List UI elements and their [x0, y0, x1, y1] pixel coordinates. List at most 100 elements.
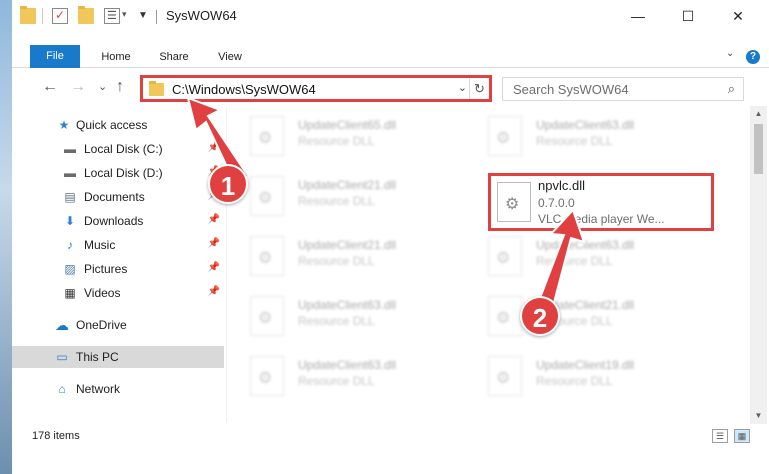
- file-description: Resource DLL: [298, 374, 375, 388]
- sidebar-item-music[interactable]: ♪ Music 📌: [12, 234, 224, 256]
- tab-share[interactable]: Share: [146, 46, 202, 68]
- address-bar[interactable]: C:\Windows\SysWOW64 ⌄ ↻: [140, 75, 492, 102]
- sidebar-item-pictures[interactable]: ▨ Pictures 📌: [12, 258, 224, 280]
- properties-icon[interactable]: ✓: [52, 8, 68, 24]
- file-item[interactable]: UpdateClient63.dll Resource DLL: [228, 348, 458, 400]
- sidebar-item-local-disk-d[interactable]: ▬ Local Disk (D:) 📌: [12, 162, 224, 184]
- sidebar-item-label: Network: [76, 382, 121, 396]
- dll-file-icon: [497, 182, 531, 222]
- file-description: VLC media player We...: [538, 212, 665, 226]
- sidebar-item-label: OneDrive: [76, 318, 127, 332]
- new-folder-icon[interactable]: [78, 6, 94, 24]
- sidebar-item-downloads[interactable]: ⬇ Downloads 📌: [12, 210, 224, 232]
- file-description: Resource DLL: [298, 314, 375, 328]
- this-pc-icon: ▭: [56, 350, 68, 364]
- window-title: SysWOW64: [166, 8, 237, 23]
- pin-icon[interactable]: 📌: [208, 262, 220, 273]
- file-item[interactable]: UpdateClient21.dll Resource DLL: [228, 168, 458, 220]
- explorer-window: ✓ ☰ ▾ ▼ SysWOW64 — ☐ ✕ File Home Share V…: [12, 0, 769, 474]
- item-count: 178 items: [32, 430, 80, 442]
- address-dropdown-chevron-icon[interactable]: ⌄: [458, 81, 467, 94]
- drive-icon: ▬: [64, 166, 76, 180]
- pin-icon[interactable]: 📌: [208, 286, 220, 297]
- sidebar-item-local-disk-c[interactable]: ▬ Local Disk (C:) 📌: [12, 138, 224, 160]
- file-item[interactable]: UpdateClient63.dll Resource DLL: [466, 228, 696, 280]
- ribbon-tabs: File Home Share View: [12, 45, 769, 68]
- downloads-icon: ⬇: [64, 214, 76, 228]
- dll-file-icon: [488, 296, 522, 336]
- pin-icon[interactable]: 📌: [208, 214, 220, 225]
- refresh-icon[interactable]: ↻: [469, 78, 489, 99]
- file-description: Resource DLL: [536, 374, 613, 388]
- back-arrow-icon[interactable]: ←: [42, 78, 58, 96]
- file-item[interactable]: UpdateClient65.dll Resource DLL: [228, 108, 458, 160]
- file-description: Resource DLL: [298, 194, 375, 208]
- tab-home[interactable]: Home: [88, 46, 144, 68]
- step-2-badge: 2: [520, 296, 560, 336]
- navigation-bar: ← → ⌄ ↑ C:\Windows\SysWOW64 ⌄ ↻ Search S…: [12, 72, 769, 104]
- up-arrow-icon[interactable]: ↑: [116, 78, 124, 96]
- sidebar-item-label: Local Disk (D:): [84, 166, 163, 180]
- sidebar-item-network[interactable]: ⌂ Network: [12, 378, 224, 400]
- scroll-up-arrow-icon[interactable]: ▲: [750, 106, 767, 122]
- file-version: 0.7.0.0: [538, 196, 575, 210]
- qa-dropdown-icon[interactable]: ▼: [138, 10, 148, 21]
- recent-locations-chevron-icon[interactable]: ⌄: [98, 80, 107, 93]
- file-description: Resource DLL: [298, 254, 375, 268]
- file-name: UpdateClient63.dll: [298, 298, 397, 312]
- sidebar-item-videos[interactable]: ▦ Videos 📌: [12, 282, 224, 304]
- dll-file-icon: [488, 116, 522, 156]
- rename-icon[interactable]: ☰: [104, 8, 120, 24]
- file-name: UpdateClient21.dll: [298, 178, 397, 192]
- file-list: UpdateClient65.dll Resource DLL UpdateCl…: [228, 104, 740, 424]
- scroll-thumb[interactable]: [754, 124, 763, 174]
- file-item[interactable]: UpdateClient63.dll Resource DLL: [466, 108, 696, 160]
- tab-view[interactable]: View: [202, 46, 258, 68]
- file-item[interactable]: UpdateClient19.dll Resource DLL: [466, 348, 696, 400]
- forward-arrow-icon[interactable]: →: [70, 78, 86, 96]
- file-name: npvlc.dll: [538, 178, 585, 193]
- help-icon[interactable]: ?: [746, 50, 760, 64]
- dll-file-icon: [488, 356, 522, 396]
- file-name: UpdateClient19.dll: [536, 358, 635, 372]
- scroll-down-arrow-icon[interactable]: ▼: [750, 408, 767, 424]
- vertical-scrollbar[interactable]: ▲ ▼: [750, 106, 767, 424]
- file-name: UpdateClient63.dll: [298, 358, 397, 372]
- sidebar-item-quick-access[interactable]: ★ Quick access: [12, 114, 224, 136]
- file-item[interactable]: UpdateClient21.dll Resource DLL: [466, 288, 696, 340]
- search-icon[interactable]: ⌕: [728, 81, 735, 97]
- sidebar-item-onedrive[interactable]: ☁ OneDrive: [12, 314, 224, 336]
- sidebar-item-label: Documents: [84, 190, 145, 204]
- pin-icon[interactable]: 📌: [208, 142, 220, 153]
- minimize-button[interactable]: —: [615, 0, 661, 32]
- sidebar-item-documents[interactable]: ▤ Documents 📌: [12, 186, 224, 208]
- sidebar-item-this-pc[interactable]: ▭ This PC: [12, 346, 224, 368]
- network-icon: ⌂: [58, 382, 66, 396]
- ribbon-spacer: [12, 32, 769, 46]
- address-path[interactable]: C:\Windows\SysWOW64: [172, 82, 316, 97]
- file-item[interactable]: UpdateClient21.dll Resource DLL: [228, 228, 458, 280]
- close-button[interactable]: ✕: [715, 0, 761, 32]
- dll-file-icon: [250, 296, 284, 336]
- sidebar-item-label: Pictures: [84, 262, 128, 276]
- pin-icon[interactable]: 📌: [208, 238, 220, 249]
- tab-file[interactable]: File: [30, 45, 80, 68]
- dll-file-icon: [250, 236, 284, 276]
- sidebar-item-label: This PC: [76, 350, 119, 364]
- search-input[interactable]: Search SysWOW64 ⌕: [502, 77, 744, 101]
- music-icon: ♪: [67, 238, 73, 252]
- file-item[interactable]: UpdateClient63.dll Resource DLL: [228, 288, 458, 340]
- ribbon-expand-chevron-icon[interactable]: ⌄: [726, 48, 734, 59]
- file-description: Resource DLL: [536, 134, 613, 148]
- onedrive-icon: ☁: [55, 317, 69, 333]
- dll-file-icon: [250, 176, 284, 216]
- documents-icon: ▤: [64, 190, 76, 204]
- highlighted-file-npvlc[interactable]: npvlc.dll 0.7.0.0 VLC media player We...: [488, 173, 714, 231]
- large-icons-view-icon[interactable]: ▦: [734, 429, 750, 443]
- customize-qa-chevron-icon[interactable]: ▾: [122, 9, 127, 20]
- details-view-icon[interactable]: ☰: [712, 429, 728, 443]
- divider: [42, 8, 43, 24]
- pictures-icon: ▨: [64, 262, 76, 276]
- file-description: Resource DLL: [298, 134, 375, 148]
- maximize-button[interactable]: ☐: [665, 0, 711, 32]
